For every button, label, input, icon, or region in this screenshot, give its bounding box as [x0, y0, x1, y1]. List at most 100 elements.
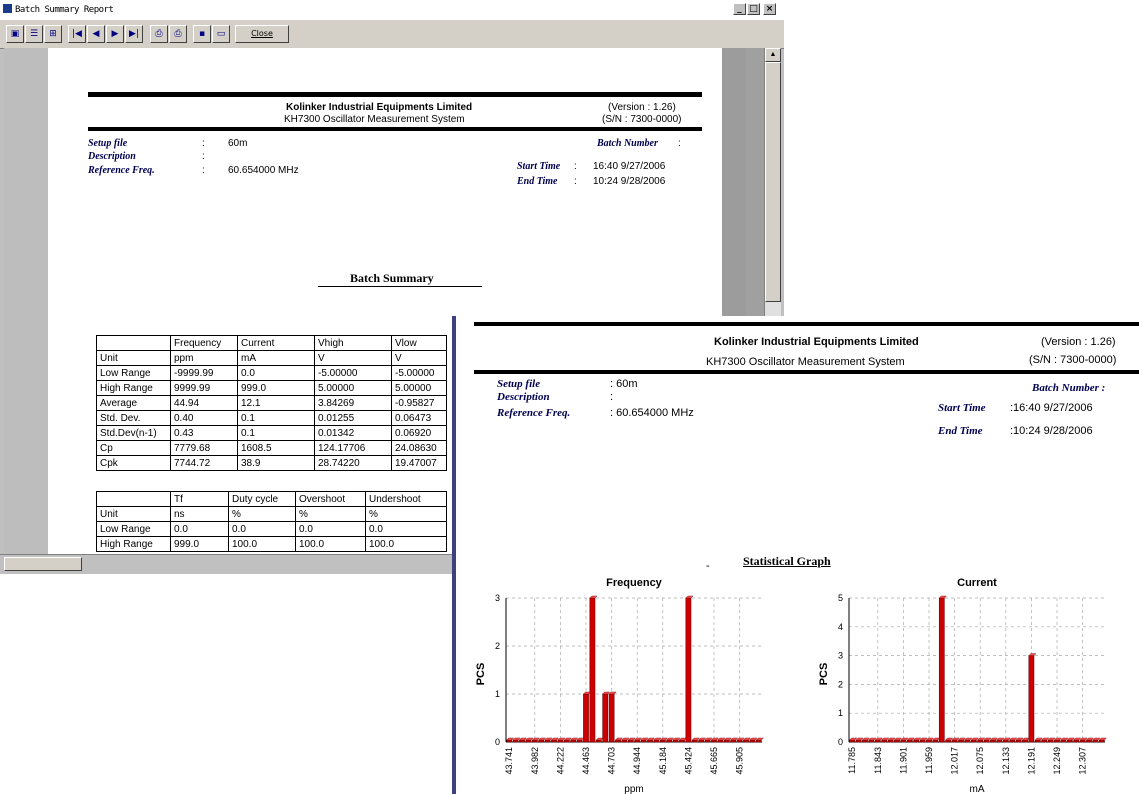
y-tick-label: 3 — [838, 651, 843, 661]
bar — [913, 739, 920, 743]
whole-page-icon[interactable]: ▣ — [6, 25, 24, 43]
table-cell: % — [295, 506, 366, 522]
bar-top — [868, 737, 877, 741]
bar-top — [887, 737, 896, 741]
x-tick-label: 11.901 — [898, 747, 908, 774]
bar-top — [621, 737, 630, 741]
previous-page-icon[interactable]: ◀ — [87, 25, 105, 43]
table-cell: 5.00000 — [314, 380, 392, 396]
bar — [551, 739, 557, 743]
bar-top — [717, 737, 726, 741]
bar-top — [518, 737, 528, 741]
bar-top — [614, 737, 624, 741]
table-cell: 0.01342 — [314, 425, 392, 441]
x-tick-label: 11.843 — [873, 747, 883, 774]
bar — [990, 739, 996, 743]
horizontal-scroll-thumb[interactable] — [4, 557, 82, 571]
last-page-icon[interactable]: ▶| — [125, 25, 143, 43]
bar — [1054, 739, 1060, 743]
print-setup-icon[interactable]: ⎙ — [169, 25, 187, 43]
table-cell: Vlow — [391, 335, 447, 351]
scroll-up-icon[interactable]: ▲ — [765, 48, 781, 62]
page-width-icon[interactable]: ☰ — [25, 25, 43, 43]
table-cell: 999.0 — [237, 380, 315, 396]
bar — [730, 739, 737, 743]
row-label: High Range — [96, 536, 171, 552]
table-cell: 0.0 — [237, 365, 315, 381]
table-row: Low Range 0.0 0.0 0.0 0.0 — [96, 521, 447, 537]
table-cell: 100.0 — [365, 536, 447, 552]
table-cell: 0.1 — [237, 425, 315, 441]
table-cell: 44.94 — [170, 395, 238, 411]
setup-file-value: 60m — [228, 138, 248, 149]
setup-file-value: : 60m — [610, 378, 638, 390]
next-page-icon[interactable]: ▶ — [106, 25, 124, 43]
pulse-table: Tf Duty cycle Overshoot Undershoot Unit ns%%%… — [96, 491, 447, 552]
bar — [570, 739, 577, 743]
bar — [1066, 739, 1073, 743]
table-row: High Range 9999.99 999.0 5.00000 5.00000 — [96, 380, 447, 396]
bar-top — [1073, 737, 1082, 741]
company-name: Kolinker Industrial Equipments Limited — [286, 102, 473, 113]
statistical-graph-title: Statistical Graph — [743, 554, 831, 568]
x-tick-label: 44.703 — [607, 747, 617, 775]
bar-top — [906, 737, 915, 741]
batch-number-label: Batch Number : — [1032, 382, 1106, 394]
x-tick-label: 45.905 — [735, 747, 745, 775]
bar-top — [1060, 737, 1069, 741]
open-folder-icon[interactable]: ▭ — [212, 25, 230, 43]
bar — [704, 739, 711, 743]
reference-freq-label: Reference Freq. — [88, 165, 155, 176]
bar-top — [506, 737, 515, 741]
bar — [717, 739, 724, 743]
chart-title: Current — [957, 577, 997, 589]
bar — [627, 739, 634, 743]
bar-top — [855, 737, 864, 741]
bar-top — [563, 737, 572, 741]
bar-top — [678, 737, 688, 741]
header-rule-top — [474, 322, 1139, 326]
table-cell: Current — [237, 335, 315, 351]
table-cell: 100.0 — [228, 536, 296, 552]
bar — [951, 739, 958, 743]
bar — [583, 693, 589, 743]
scroll-thumb[interactable] — [765, 62, 781, 302]
bar-top — [742, 737, 752, 741]
bar — [1060, 739, 1067, 743]
table-cell: 0.1 — [237, 410, 315, 426]
bar — [563, 739, 570, 743]
minimize-button[interactable]: _ — [733, 3, 746, 15]
bar — [919, 739, 926, 743]
bar-top — [595, 737, 604, 741]
bar — [1073, 739, 1080, 743]
bar — [595, 739, 602, 743]
x-tick-label: 11.785 — [847, 747, 857, 774]
x-tick-label: 12.307 — [1078, 747, 1088, 775]
table-row: Average 44.94 12.1 3.84269 -0.95827 — [96, 395, 447, 411]
bar — [755, 739, 762, 743]
table-cell: V — [391, 350, 447, 366]
bar — [970, 739, 977, 743]
close-button[interactable]: Close — [235, 25, 289, 43]
bar-top — [582, 691, 592, 695]
table-cell: -0.95827 — [391, 395, 447, 411]
bar-top — [557, 737, 566, 741]
zoom-icon[interactable]: ⊞ — [44, 25, 62, 43]
maximize-button[interactable]: □ — [747, 3, 760, 15]
save-icon[interactable]: ▪ — [193, 25, 211, 43]
setup-file-label: Setup file — [497, 378, 541, 390]
y-tick-label: 0 — [838, 737, 843, 747]
row-label — [96, 491, 171, 507]
close-window-button[interactable]: × — [763, 3, 776, 15]
bar-top — [1085, 737, 1095, 741]
table-cell: -5.00000 — [314, 365, 392, 381]
bar — [906, 739, 913, 743]
table-cell: Frequency — [170, 335, 238, 351]
table-cell: 999.0 — [170, 536, 229, 552]
print-icon[interactable]: ⎙ — [150, 25, 168, 43]
x-axis-label: mA — [970, 784, 985, 794]
bar-top — [919, 737, 928, 741]
first-page-icon[interactable]: |◀ — [68, 25, 86, 43]
table-cell: ns — [170, 506, 229, 522]
table-cell: Vhigh — [314, 335, 392, 351]
